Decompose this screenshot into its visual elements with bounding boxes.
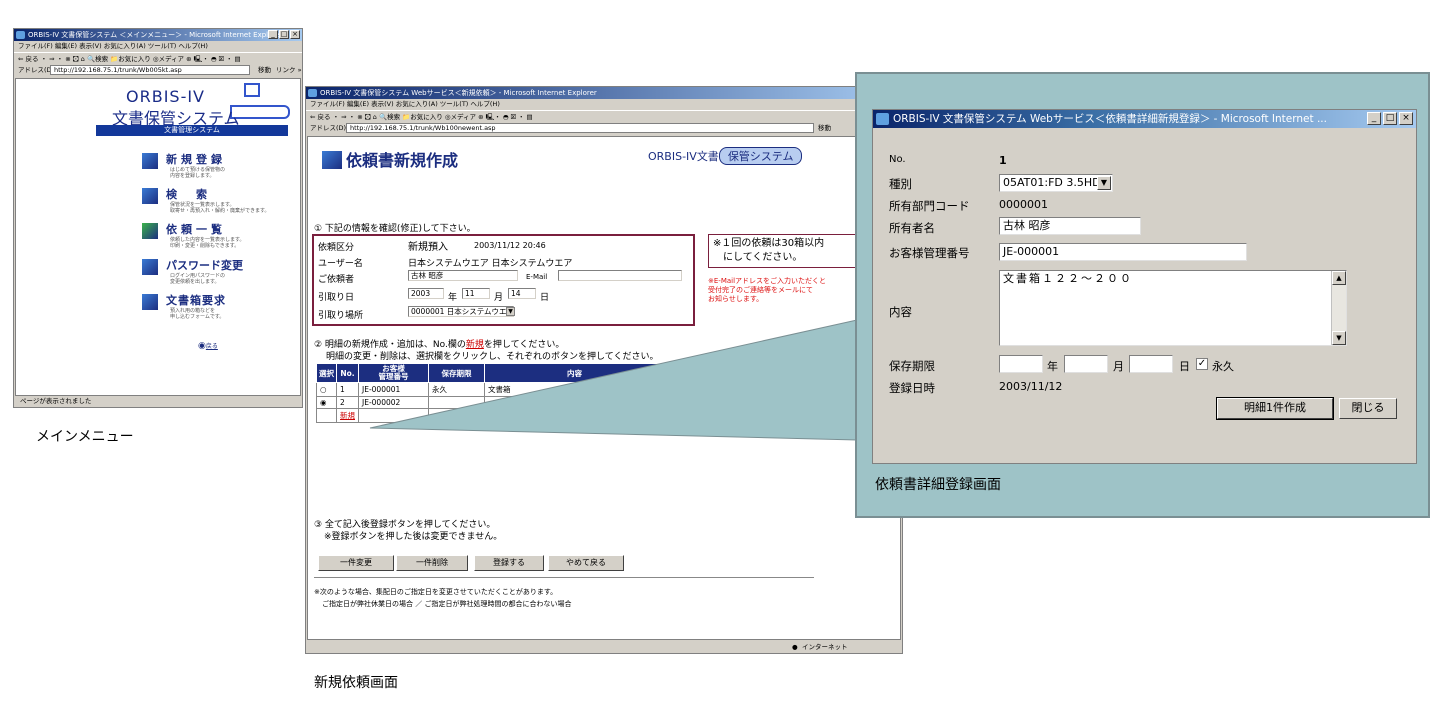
period-label: 保存期限 <box>889 359 935 373</box>
month-unit: 月 <box>1113 360 1124 373</box>
owner-label: 所有者名 <box>889 221 935 235</box>
close-icon[interactable]: × <box>1399 112 1413 125</box>
date-value: 2003/11/12 <box>999 380 1063 393</box>
no-value: 1 <box>999 154 1007 167</box>
mgmt-label: お客様管理番号 <box>889 246 970 260</box>
kind-label: 種別 <box>889 177 912 191</box>
period-month-input[interactable] <box>1064 355 1108 373</box>
detail-caption: 依頼書詳細登録画面 <box>875 477 1001 493</box>
day-unit: 日 <box>1179 360 1190 373</box>
dept-label: 所有部門コード <box>889 199 970 213</box>
window-title: ORBIS-IV 文書保管システム Webサービス＜依頼書詳細新規登録＞ - M… <box>893 113 1327 125</box>
owner-input[interactable]: 古林 昭彦 <box>999 217 1141 235</box>
close-button[interactable]: 閉じる <box>1339 398 1397 419</box>
period-day-input[interactable] <box>1129 355 1173 373</box>
textarea-scrollbar[interactable]: ▲ ▼ <box>1331 271 1346 345</box>
mgmt-input[interactable]: JE-000001 <box>999 243 1247 261</box>
maximize-icon[interactable]: □ <box>1383 112 1397 125</box>
detail-titlebar: ORBIS-IV 文書保管システム Webサービス＜依頼書詳細新規登録＞ - M… <box>873 110 1416 128</box>
dept-value: 0000001 <box>999 198 1048 211</box>
dropdown-arrow-icon[interactable]: ▼ <box>1097 176 1111 190</box>
date-label: 登録日時 <box>889 381 935 395</box>
no-label: No. <box>889 154 906 165</box>
year-unit: 年 <box>1047 360 1058 373</box>
content-label: 内容 <box>889 305 912 319</box>
kind-select[interactable]: 05AT01:FD 3.5HD <box>999 174 1113 192</box>
create-detail-button[interactable]: 明細1件作成 <box>1216 397 1334 420</box>
scroll-down-icon[interactable]: ▼ <box>1332 331 1346 345</box>
ie-icon <box>876 113 889 125</box>
scroll-up-icon[interactable]: ▲ <box>1332 271 1346 285</box>
detail-callout: ORBIS-IV 文書保管システム Webサービス＜依頼書詳細新規登録＞ - M… <box>855 72 1430 518</box>
permanent-label: 永久 <box>1212 360 1234 373</box>
permanent-checkbox[interactable]: ✓ <box>1196 358 1208 370</box>
period-year-input[interactable] <box>999 355 1043 373</box>
content-textarea[interactable]: 文書箱１２２～２００ <box>999 270 1347 346</box>
minimize-icon[interactable]: _ <box>1367 112 1381 125</box>
detail-window: ORBIS-IV 文書保管システム Webサービス＜依頼書詳細新規登録＞ - M… <box>872 109 1417 464</box>
